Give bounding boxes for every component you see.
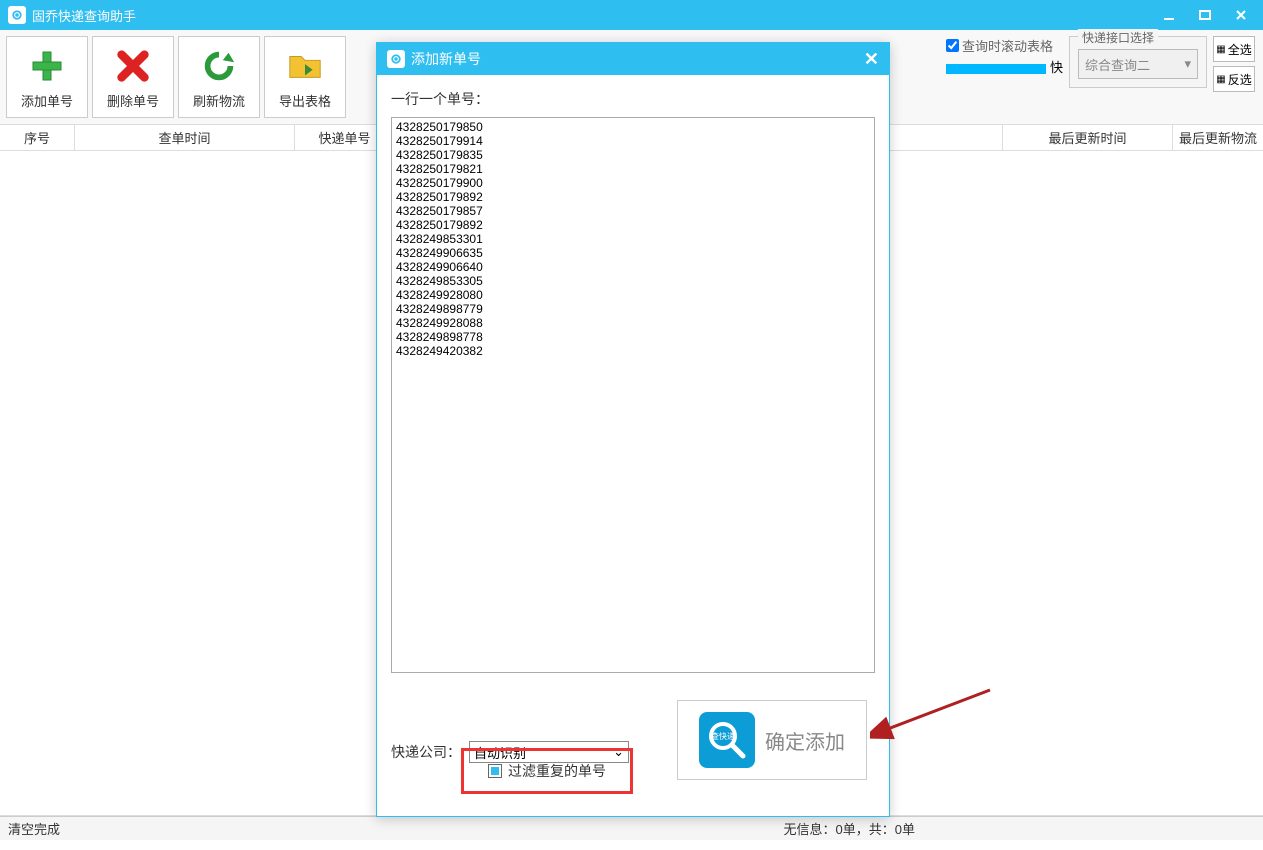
speed-slider[interactable]	[946, 64, 1046, 74]
th-query-time[interactable]: 查单时间	[75, 125, 295, 150]
interface-select[interactable]: 综合查询二 ▾	[1078, 49, 1198, 79]
search-express-icon: 查快递	[699, 712, 755, 768]
plus-icon	[26, 45, 68, 87]
svg-text:查快递: 查快递	[711, 731, 735, 741]
status-summary: 无信息：0单，共：0单	[784, 819, 915, 838]
dialog-titlebar: 添加新单号 ✕	[377, 43, 889, 75]
company-label: 快递公司：	[391, 742, 461, 762]
main-titlebar: 固乔快递查询助手	[0, 0, 1263, 30]
confirm-add-button[interactable]: 查快递 确定添加	[677, 700, 867, 780]
dialog-prompt: 一行一个单号：	[391, 89, 875, 109]
add-tracking-label: 添加单号	[21, 91, 73, 110]
export-table-button[interactable]: 导出表格	[264, 36, 346, 118]
scroll-on-query-checkbox[interactable]: 查询时滚动表格	[946, 36, 1053, 55]
invert-select-button[interactable]: ▦反选	[1213, 66, 1255, 92]
th-last-update-time[interactable]: 最后更新时间	[1003, 125, 1173, 150]
filter-duplicates-highlight: 过滤重复的单号	[461, 748, 633, 794]
delete-tracking-label: 删除单号	[107, 91, 159, 110]
th-last-update-log[interactable]: 最后更新物流	[1173, 125, 1263, 150]
export-table-label: 导出表格	[279, 91, 331, 110]
add-tracking-dialog: 添加新单号 ✕ 一行一个单号： 快递公司： 自动识别 ⌄ 过滤重复的单号 查快递…	[376, 42, 890, 817]
refresh-logistics-button[interactable]: 刷新物流	[178, 36, 260, 118]
refresh-logistics-label: 刷新物流	[193, 91, 245, 110]
tracking-numbers-textarea[interactable]	[391, 117, 875, 673]
app-title: 固乔快递查询助手	[32, 6, 136, 25]
minimize-button[interactable]	[1161, 7, 1177, 23]
status-bar: 清空完成 无信息：0单，共：0单	[0, 816, 1263, 840]
filter-duplicates-checkbox[interactable]	[488, 764, 502, 778]
maximize-button[interactable]	[1197, 7, 1213, 23]
close-button[interactable]	[1233, 7, 1249, 23]
invert-label: 反选	[1228, 71, 1252, 88]
th-seq[interactable]: 序号	[0, 125, 75, 150]
folder-export-icon	[284, 45, 326, 87]
x-red-icon	[112, 45, 154, 87]
dialog-title: 添加新单号	[411, 49, 481, 69]
app-logo-icon	[8, 6, 26, 24]
dialog-logo-icon	[387, 50, 405, 68]
select-all-icon: ▦	[1216, 44, 1225, 55]
invert-icon: ▦	[1216, 74, 1225, 85]
interface-selected-value: 综合查询二	[1085, 55, 1150, 74]
add-tracking-button[interactable]: 添加单号	[6, 36, 88, 118]
interface-select-group: 快递接口选择 综合查询二 ▾	[1069, 36, 1207, 88]
filter-duplicates-label: 过滤重复的单号	[508, 761, 606, 781]
delete-tracking-button[interactable]: 删除单号	[92, 36, 174, 118]
interface-group-label: 快递接口选择	[1078, 29, 1158, 46]
refresh-icon	[198, 45, 240, 87]
scroll-on-query-label: 查询时滚动表格	[962, 36, 1053, 55]
status-left: 清空完成	[8, 819, 60, 838]
select-all-button[interactable]: ▦全选	[1213, 36, 1255, 62]
dialog-close-button[interactable]: ✕	[864, 49, 879, 70]
chevron-down-icon: ▾	[1184, 56, 1191, 72]
confirm-add-label: 确定添加	[765, 726, 845, 755]
speed-unit-label: 快	[1050, 57, 1063, 76]
select-all-label: 全选	[1228, 41, 1252, 58]
